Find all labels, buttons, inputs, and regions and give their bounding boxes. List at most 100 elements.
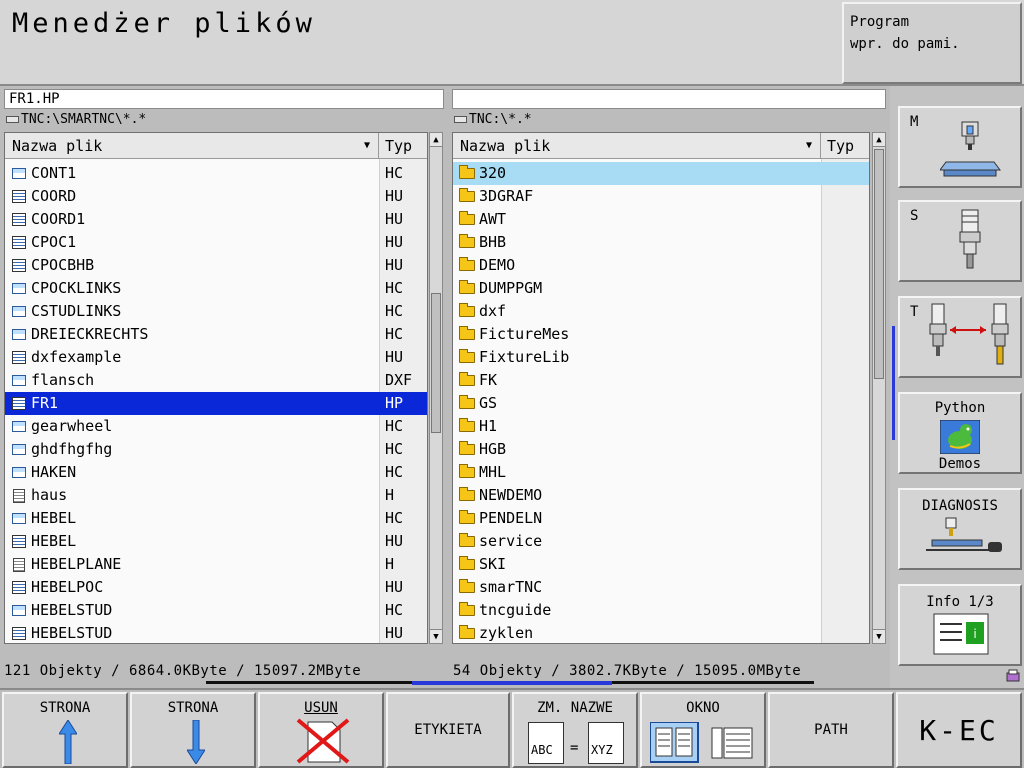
folder-row[interactable]: tncguide — [453, 599, 869, 622]
file-type: HU — [385, 578, 404, 596]
folder-name: AWT — [479, 210, 507, 228]
left-type-column-header[interactable]: Typ — [379, 133, 427, 158]
m-label: M — [910, 114, 919, 130]
right-path-field[interactable] — [452, 89, 886, 109]
folder-row[interactable]: service — [453, 530, 869, 553]
file-row[interactable]: CPOCKLINKS HC — [5, 277, 427, 300]
right-file-list[interactable]: Nazwa plik ▼ Typ 320 3DGRAF AWT BHB DEMO DUMPP… — [452, 132, 870, 644]
file-row[interactable]: HEBEL HC — [5, 507, 427, 530]
m-function-button[interactable]: M — [898, 106, 1022, 188]
folder-name: HGB — [479, 440, 507, 458]
file-row[interactable]: HEBELPLANE H — [5, 553, 427, 576]
file-row[interactable]: CPOC1 HU — [5, 231, 427, 254]
window-softkey[interactable]: OKNO — [640, 692, 766, 768]
diagnosis-button[interactable]: DIAGNOSIS — [898, 488, 1022, 570]
file-row[interactable]: ghdfhgfhg HC — [5, 438, 427, 461]
contour-file-icon — [10, 305, 28, 319]
scroll-up-icon[interactable]: ▲ — [873, 133, 885, 147]
folder-icon — [458, 165, 476, 181]
left-scrollbar[interactable]: ▲ ▼ — [429, 132, 443, 644]
left-scroll-thumb[interactable] — [431, 293, 441, 433]
file-row[interactable]: dxfexample HU — [5, 346, 427, 369]
file-row[interactable]: FR1 HP — [5, 392, 427, 415]
folder-icon — [458, 441, 476, 457]
svg-text:i: i — [973, 627, 976, 641]
file-row[interactable]: CONT1 HC — [5, 162, 427, 185]
folder-row[interactable]: dxf — [453, 300, 869, 323]
folder-row[interactable]: H1 — [453, 415, 869, 438]
file-row[interactable]: DREIECKRECHTS HC — [5, 323, 427, 346]
page-up-label: STRONA — [39, 700, 91, 716]
file-name: DREIECKRECHTS — [31, 325, 149, 343]
folder-row[interactable]: 320 — [453, 162, 869, 185]
right-name-column-header[interactable]: Nazwa plik ▼ — [453, 133, 821, 158]
folder-name: smarTNC — [479, 578, 543, 596]
file-row[interactable]: haus H — [5, 484, 427, 507]
folder-row[interactable]: GS — [453, 392, 869, 415]
left-file-list[interactable]: Nazwa plik ▼ Typ CONT1 HC COORD HU COORD1 HU CP… — [4, 132, 428, 644]
file-row[interactable]: CSTUDLINKS HC — [5, 300, 427, 323]
file-row[interactable]: COORD1 HU — [5, 208, 427, 231]
folder-row[interactable]: BHB — [453, 231, 869, 254]
right-scrollbar[interactable]: ▲ ▼ — [872, 132, 886, 644]
page-down-softkey[interactable]: STRONA — [130, 692, 256, 768]
horizontal-scroll-indicator[interactable] — [412, 681, 612, 685]
t-function-button[interactable]: T — [898, 296, 1022, 378]
folder-row[interactable]: 3DGRAF — [453, 185, 869, 208]
file-row[interactable]: CPOCBHB HU — [5, 254, 427, 277]
folder-row[interactable]: DEMO — [453, 254, 869, 277]
delete-softkey[interactable]: USUN — [258, 692, 384, 768]
folder-row[interactable]: AWT — [453, 208, 869, 231]
folder-row[interactable]: HGB — [453, 438, 869, 461]
folder-row[interactable]: zyklen — [453, 622, 869, 643]
folder-name: SKI — [479, 555, 507, 573]
left-selected-file-field[interactable]: FR1.HP — [4, 89, 444, 109]
folder-row[interactable]: MHL — [453, 461, 869, 484]
end-softkey[interactable]: K-EC — [896, 692, 1022, 768]
file-row[interactable]: HEBEL HU — [5, 530, 427, 553]
program-file-icon — [10, 351, 28, 365]
right-scroll-thumb[interactable] — [874, 149, 884, 379]
folder-row[interactable]: FixtureLib — [453, 346, 869, 369]
folder-name: NEWDEMO — [479, 486, 543, 504]
scroll-up-icon[interactable]: ▲ — [430, 133, 442, 147]
folder-row[interactable]: SKI — [453, 553, 869, 576]
file-row[interactable]: flansch DXF — [5, 369, 427, 392]
diagnosis-label: DIAGNOSIS — [922, 498, 998, 514]
contour-file-icon — [10, 328, 28, 342]
diagnosis-machine-icon — [926, 517, 1002, 552]
path-softkey[interactable]: PATH — [768, 692, 894, 768]
tag-softkey[interactable]: ETYKIETA — [386, 692, 510, 768]
file-row[interactable]: HEBELPOC HU — [5, 576, 427, 599]
rename-softkey[interactable]: ZM. NAZWE ABC = XYZ — [512, 692, 638, 768]
folder-row[interactable]: NEWDEMO — [453, 484, 869, 507]
operating-mode-box: Program wpr. do pami. — [842, 2, 1022, 84]
program-file-icon — [10, 190, 28, 204]
file-row[interactable]: HAKEN HC — [5, 461, 427, 484]
file-row[interactable]: gearwheel HC — [5, 415, 427, 438]
folder-name: 320 — [479, 164, 507, 182]
scroll-down-icon[interactable]: ▼ — [873, 629, 885, 643]
folder-row[interactable]: DUMPPGM — [453, 277, 869, 300]
left-name-column-header[interactable]: Nazwa plik ▼ — [5, 133, 379, 158]
tag-label: ETYKIETA — [414, 722, 482, 738]
contour-file-icon — [10, 420, 28, 434]
folder-row[interactable]: PENDELN — [453, 507, 869, 530]
python-demos-button[interactable]: Python Demos — [898, 392, 1022, 474]
file-row[interactable]: HEBELSTUD HU — [5, 622, 427, 643]
folder-row[interactable]: smarTNC — [453, 576, 869, 599]
file-row[interactable]: HEBELSTUD HC — [5, 599, 427, 622]
info-button[interactable]: Info 1/3 i — [898, 584, 1022, 666]
file-type: HC — [385, 509, 404, 527]
folder-row[interactable]: FictureMes — [453, 323, 869, 346]
page-up-softkey[interactable]: STRONA — [2, 692, 128, 768]
scroll-down-icon[interactable]: ▼ — [430, 629, 442, 643]
folder-row[interactable]: FK — [453, 369, 869, 392]
file-row[interactable]: COORD HU — [5, 185, 427, 208]
folder-icon — [458, 280, 476, 296]
s-function-button[interactable]: S — [898, 200, 1022, 282]
folder-name: service — [479, 532, 543, 550]
right-type-column-header[interactable]: Typ — [821, 133, 869, 158]
file-type: HU — [385, 624, 404, 642]
folder-icon — [458, 579, 476, 595]
